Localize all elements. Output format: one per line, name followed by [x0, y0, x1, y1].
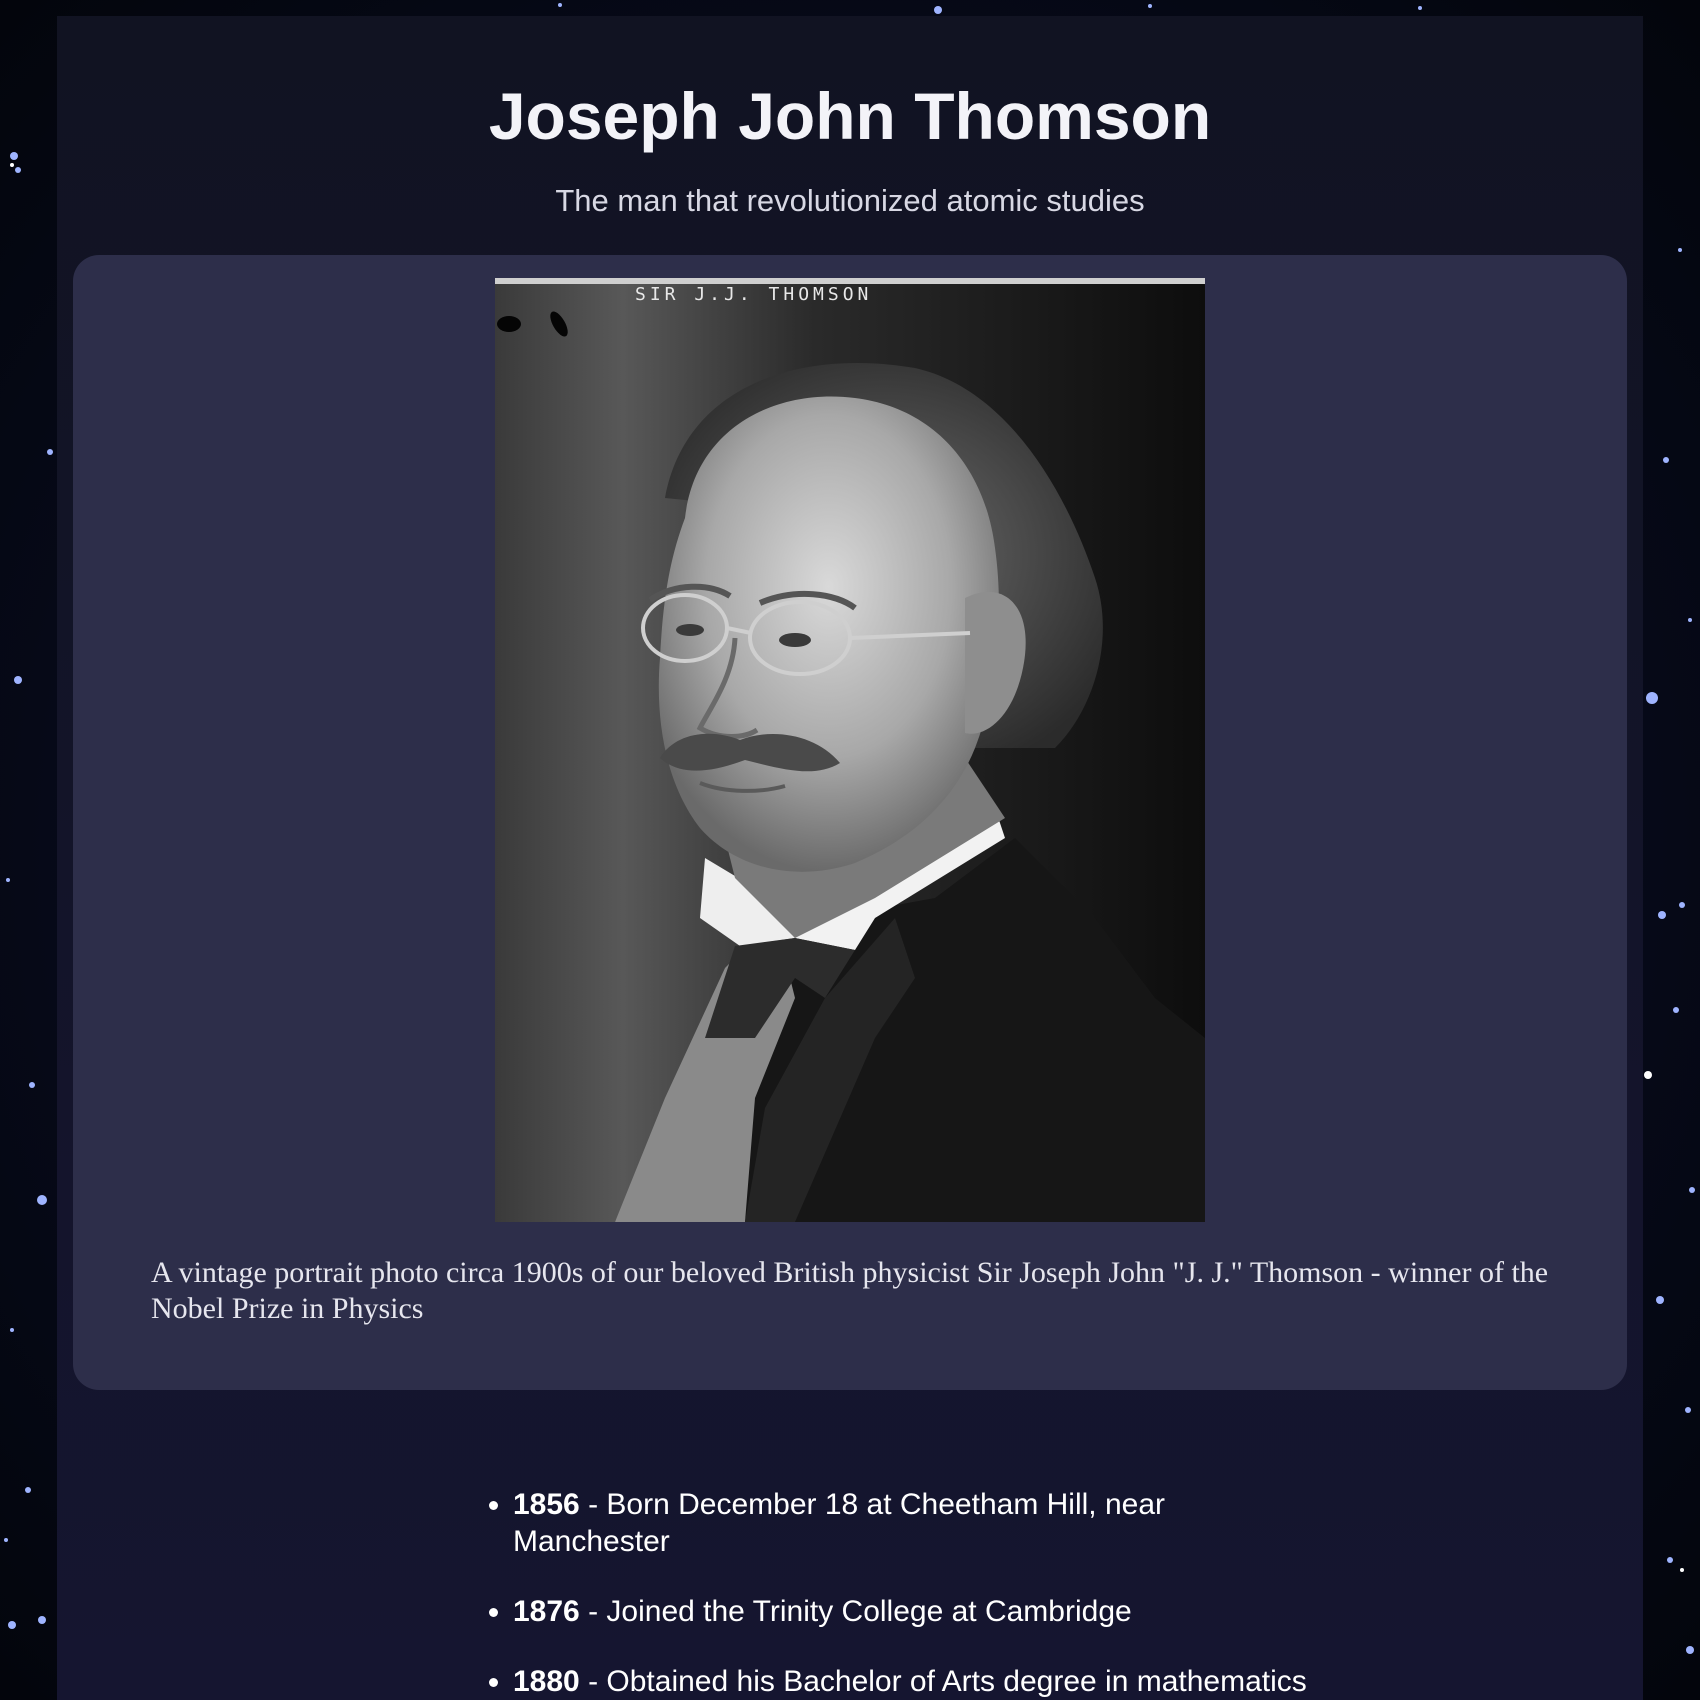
thomson-portrait-photo: SIR J.J. THOMSON [495, 278, 1205, 1222]
timeline-text: - Born December 18 at Cheetham Hill, nea… [513, 1488, 1166, 1558]
timeline-text: - Obtained his Bachelor of Arts degree i… [579, 1665, 1307, 1698]
page-subtitle: The man that revolutionized atomic studi… [555, 183, 1145, 218]
timeline-list: 1856 - Born December 18 at Cheetham Hill… [457, 1486, 1413, 1700]
image-inscription: SIR J.J. THOMSON [635, 284, 872, 305]
timeline-text: - Joined the Trinity College at Cambridg… [579, 1595, 1132, 1628]
portrait-figure: SIR J.J. THOMSON A vintage portrait phot… [73, 255, 1627, 1390]
svg-text:SIR J.J. THOMSON: SIR J.J. THOMSON [635, 284, 872, 305]
timeline-year: 1856 [513, 1488, 580, 1521]
timeline-item: 1880 - Obtained his Bachelor of Arts deg… [513, 1663, 1413, 1700]
portrait-caption: A vintage portrait photo circa 1900s of … [151, 1256, 1549, 1325]
timeline-item: 1856 - Born December 18 at Cheetham Hill… [513, 1486, 1233, 1560]
timeline-year: 1876 [513, 1595, 580, 1628]
timeline-item: 1876 - Joined the Trinity College at Cam… [513, 1593, 1233, 1630]
main-container: Joseph John Thomson The man that revolut… [57, 16, 1643, 1700]
page-title: Joseph John Thomson [488, 79, 1212, 153]
timeline-year: 1880 [513, 1665, 580, 1698]
